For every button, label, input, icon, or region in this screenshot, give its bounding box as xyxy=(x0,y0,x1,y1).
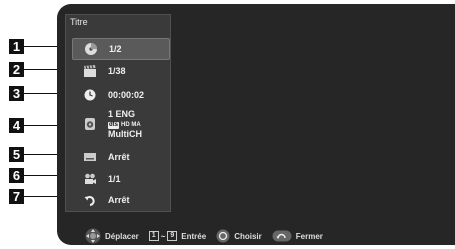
enter-button-icon xyxy=(216,229,230,243)
menu-item-value: 1/38 xyxy=(108,66,126,76)
menu-item-subtitle[interactable]: Arrêt xyxy=(72,148,168,166)
key-range-tilde: ~ xyxy=(160,231,166,241)
menu-item-value: Arrêt xyxy=(108,152,130,162)
callout-number-1: 1 xyxy=(9,39,24,54)
menu-item-title[interactable]: 1/2 xyxy=(72,38,170,60)
menu-item-value: 00:00:02 xyxy=(108,90,145,100)
footer-close-label: Fermer xyxy=(295,231,323,241)
menu-item-value: Arrêt xyxy=(108,195,130,205)
menu-item-audio[interactable]: 1 ENG dts HD MA MultiCH xyxy=(72,109,168,139)
disc-icon xyxy=(84,42,98,56)
key-end: 9 xyxy=(167,231,178,241)
footer-enter-label: Entrée xyxy=(181,231,207,241)
disc-menu-panel: Titre 1/2 1/38 00:00:02 1 ENG dts HD MA … xyxy=(65,14,171,212)
menu-item-value: 1/1 xyxy=(108,174,121,184)
camera-angle-icon xyxy=(83,172,97,186)
footer-move-label: Déplacer xyxy=(105,231,139,241)
footer-close: Fermer xyxy=(272,230,323,242)
footer-move: Déplacer xyxy=(85,228,139,244)
audio-channels: MultiCH xyxy=(108,128,142,139)
menu-item-repeat[interactable]: Arrêt xyxy=(72,191,168,209)
audio-format: HD MA xyxy=(121,121,141,128)
return-button-icon xyxy=(272,230,292,242)
callout-number-6: 6 xyxy=(9,168,24,183)
subtitle-icon xyxy=(83,150,97,164)
audio-info: 1 ENG dts HD MA MultiCH xyxy=(108,108,142,139)
panel-title: Titre xyxy=(70,17,88,27)
callout-number-5: 5 xyxy=(9,147,24,162)
clapperboard-icon xyxy=(83,64,97,78)
callout-number-7: 7 xyxy=(9,189,24,204)
repeat-icon xyxy=(83,193,97,207)
key-start: 1 xyxy=(148,231,159,241)
menu-item-value: 1/2 xyxy=(109,44,122,54)
menu-item-angle[interactable]: 1/1 xyxy=(72,170,168,188)
clock-icon xyxy=(83,88,97,102)
menu-item-chapter[interactable]: 1/38 xyxy=(72,62,168,80)
dts-badge: dts xyxy=(108,121,119,129)
tv-screen: Titre 1/2 1/38 00:00:02 1 ENG dts HD MA … xyxy=(57,4,455,245)
audio-track: 1 ENG xyxy=(108,108,136,119)
speaker-icon xyxy=(83,117,97,131)
callout-number-2: 2 xyxy=(9,62,24,77)
callout-number-3: 3 xyxy=(9,86,24,101)
footer-enter: 1 ~9 Entrée xyxy=(148,231,207,241)
dpad-icon xyxy=(85,228,101,244)
footer-choose: Choisir xyxy=(216,229,262,243)
menu-item-time[interactable]: 00:00:02 xyxy=(72,86,168,104)
callout-number-4: 4 xyxy=(9,118,24,133)
footer-help-bar: Déplacer 1 ~9 Entrée Choisir Fermer xyxy=(85,228,333,244)
footer-choose-label: Choisir xyxy=(234,231,262,241)
